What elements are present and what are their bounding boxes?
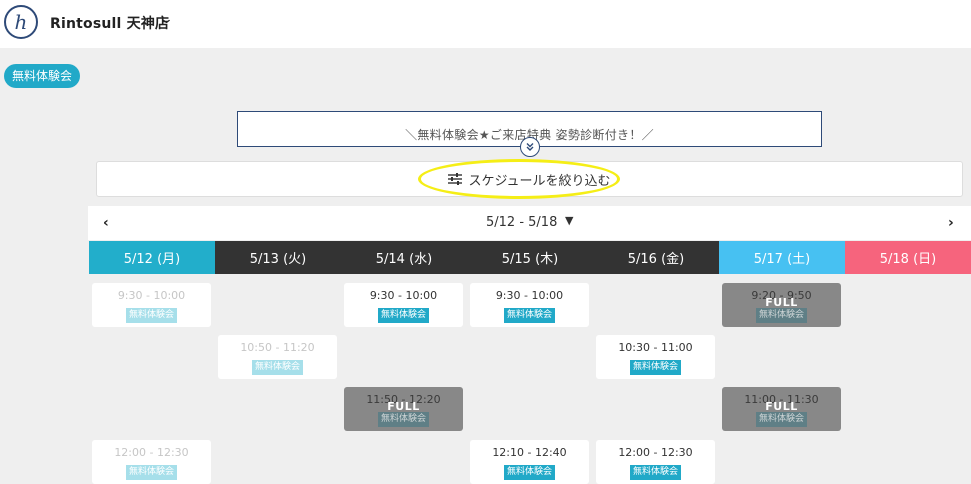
- schedule-slot[interactable]: 9:30 - 10:00 無料体験会: [344, 283, 463, 327]
- slot-time: 9:30 - 10:00: [369, 289, 438, 302]
- slot-time: 9:30 - 10:00: [495, 289, 564, 302]
- schedule-slot: 11:50 - 12:20 無料体験会 FULL: [344, 387, 463, 431]
- full-badge: FULL: [765, 400, 798, 413]
- slot-label: 無料体験会: [377, 308, 429, 323]
- day-header-sat: 5/17 (土): [719, 241, 845, 274]
- double-chevron-down-icon[interactable]: [520, 137, 540, 157]
- day-header-sun: 5/18 (日): [845, 241, 971, 274]
- schedule-slot[interactable]: 12:10 - 12:40 無料体験会: [470, 440, 589, 484]
- sliders-icon: [448, 173, 463, 185]
- full-badge: FULL: [387, 400, 420, 413]
- schedule-slot: 9:30 - 10:00 無料体験会: [92, 283, 211, 327]
- slot-time: 12:10 - 12:40: [492, 446, 567, 459]
- app-header: h Rintosull 天神店 ⌄: [0, 0, 971, 48]
- slot-label: 無料体験会: [503, 465, 555, 480]
- slot-label: 無料体験会: [503, 308, 555, 323]
- slot-label: 無料体験会: [251, 360, 303, 375]
- logo-glyph: h: [14, 10, 28, 34]
- slot-label: 無料体験会: [755, 412, 807, 427]
- slot-time: 12:00 - 12:30: [114, 446, 189, 459]
- day-header-row: 5/12 (月) 5/13 (火) 5/14 (水) 5/15 (木) 5/16…: [89, 241, 971, 274]
- week-navigation: ‹ 5/12 - 5/18 ▼ ›: [88, 206, 971, 240]
- day-header-mon: 5/12 (月): [89, 241, 215, 274]
- slot-time: 9:30 - 10:00: [117, 289, 186, 302]
- slot-time: 12:00 - 12:30: [618, 446, 693, 459]
- schedule-slot[interactable]: 9:30 - 10:00 無料体験会: [470, 283, 589, 327]
- schedule-slot: 10:50 - 11:20 無料体験会: [218, 335, 337, 379]
- slot-time: 10:50 - 11:20: [240, 341, 315, 354]
- full-badge: FULL: [765, 296, 798, 309]
- slot-label: 無料体験会: [125, 308, 177, 323]
- schedule-filter-label: スケジュールを絞り込む: [468, 173, 611, 189]
- slot-label: 無料体験会: [377, 412, 429, 427]
- slot-label: 無料体験会: [629, 465, 681, 480]
- chevron-right-icon[interactable]: ›: [948, 215, 954, 231]
- schedule-slot: 12:00 - 12:30 無料体験会: [92, 440, 211, 484]
- slot-label: 無料体験会: [629, 360, 681, 375]
- day-header-wed: 5/14 (水): [341, 241, 467, 274]
- schedule-slot: 11:00 - 11:30 無料体験会 FULL: [722, 387, 841, 431]
- schedule-slot[interactable]: 12:00 - 12:30 無料体験会: [596, 440, 715, 484]
- schedule-slot: 9:20 - 9:50 無料体験会 FULL: [722, 283, 841, 327]
- category-tag[interactable]: 無料体験会: [4, 64, 81, 88]
- schedule-filter-button[interactable]: スケジュールを絞り込む: [96, 161, 963, 197]
- brand-logo[interactable]: h: [4, 5, 38, 39]
- chevron-left-icon[interactable]: ‹: [103, 215, 109, 231]
- caret-down-icon[interactable]: ▼: [565, 214, 573, 227]
- slot-label: 無料体験会: [125, 465, 177, 480]
- chevron-down-icon[interactable]: ⌄: [159, 12, 173, 27]
- store-selector-label[interactable]: Rintosull 天神店: [50, 13, 169, 33]
- day-header-tue: 5/13 (火): [215, 241, 341, 274]
- week-range-label[interactable]: 5/12 - 5/18: [486, 215, 557, 230]
- day-header-thu: 5/15 (木): [467, 241, 593, 274]
- day-header-fri: 5/16 (金): [593, 241, 719, 274]
- slot-label: 無料体験会: [755, 308, 807, 323]
- slot-time: 10:30 - 11:00: [618, 341, 693, 354]
- schedule-slot[interactable]: 10:30 - 11:00 無料体験会: [596, 335, 715, 379]
